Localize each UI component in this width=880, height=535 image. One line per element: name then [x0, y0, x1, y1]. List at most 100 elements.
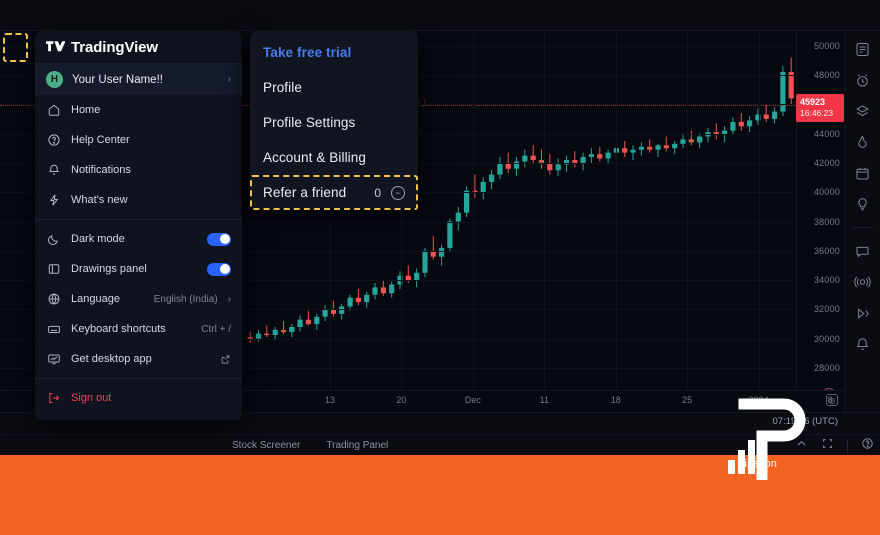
price-tick: 44000 [813, 128, 840, 139]
menu-brand-header: TradingView [35, 31, 242, 64]
language-value: English (India) [153, 293, 218, 305]
status-link-trading-panel[interactable]: Trading Panel [326, 440, 388, 451]
price-tick: 50000 [813, 40, 840, 51]
menu-item-label: Help Center [71, 134, 130, 146]
price-tick: 40000 [813, 187, 840, 198]
menu-item-keyboard-shortcuts[interactable]: Keyboard shortcuts Ctrl + / [35, 314, 242, 344]
menu-divider [35, 378, 242, 379]
referral-count: 0 [374, 185, 381, 200]
account-name: Your User Name!! [72, 73, 163, 86]
gift-circle-icon: ~ [391, 185, 405, 200]
monitor-icon [46, 352, 61, 367]
time-tick: 13 [324, 395, 336, 405]
submenu-item-label: Profile [263, 80, 302, 95]
menu-item-label: Home [71, 104, 101, 116]
grid-line [687, 31, 689, 412]
account-row[interactable]: H Your User Name!! › [35, 64, 242, 95]
time-tick: 11 [539, 395, 549, 405]
price-axis[interactable]: A 50000480004600044000420004000038000360… [796, 31, 844, 412]
menu-item-label: What's new [71, 194, 128, 206]
brand-label: TradingView [71, 38, 158, 56]
submenu-item-take-free-trial[interactable]: Take free trial [250, 35, 418, 70]
menu-item-label: Sign out [71, 392, 112, 404]
panel-icon [46, 262, 61, 277]
menu-item-label: Get desktop app [71, 353, 152, 365]
user-dropdown-menu: TradingView H Your User Name!! › Home He… [35, 31, 242, 420]
alert-clock-icon[interactable] [853, 70, 873, 90]
price-tick: 28000 [813, 363, 840, 374]
menu-item-label: Keyboard shortcuts [71, 323, 166, 335]
menu-divider [35, 219, 242, 220]
current-price-value: 45923 [800, 97, 826, 108]
rail-divider [852, 227, 873, 228]
submenu-item-label: Refer a friend [263, 185, 347, 200]
menu-item-whats-new[interactable]: What's new [35, 185, 242, 215]
idea-bulb-icon[interactable] [853, 194, 873, 214]
submenu-item-profile[interactable]: Profile [250, 70, 418, 105]
lightning-icon [46, 193, 61, 208]
time-tick: Dec [464, 395, 481, 405]
price-tick: 36000 [813, 245, 840, 256]
tradingview-logo: TradingView [46, 39, 158, 56]
layers-icon[interactable] [853, 101, 873, 121]
keyboard-icon [46, 322, 61, 337]
grid-line [758, 31, 760, 412]
fullscreen-icon[interactable] [821, 437, 834, 455]
menu-item-language[interactable]: Language English (India) › [35, 284, 242, 314]
external-link-icon [220, 354, 231, 365]
account-submenu: Take free trial Profile Profile Settings… [250, 31, 418, 208]
time-tick: 25 [682, 395, 693, 405]
grid-line [615, 31, 617, 412]
menu-item-label: Notifications [71, 164, 131, 176]
help-circle-icon[interactable] [861, 437, 874, 455]
time-tick: 8 [827, 395, 833, 405]
calendar-icon[interactable] [853, 163, 873, 183]
submenu-item-label: Account & Billing [263, 150, 367, 165]
status-divider [847, 439, 848, 453]
hotlist-flame-icon[interactable] [853, 132, 873, 152]
menu-item-help-center[interactable]: Help Center [35, 125, 242, 155]
status-link-screener[interactable]: Stock Screener [232, 440, 300, 451]
submenu-item-account-billing[interactable]: Account & Billing [250, 140, 418, 175]
price-tick: 34000 [813, 275, 840, 286]
current-price-time: 16:46:23 [800, 108, 834, 119]
keyboard-shortcut-value: Ctrl + / [201, 323, 231, 335]
stream-icon[interactable] [853, 303, 873, 323]
price-tick: 38000 [813, 216, 840, 227]
chevron-right-icon: › [227, 74, 231, 85]
price-tick: 30000 [813, 333, 840, 344]
price-tick: 48000 [813, 69, 840, 80]
menu-item-notifications[interactable]: Notifications [35, 155, 242, 185]
watchlist-icon[interactable] [853, 39, 873, 59]
notify-bell-icon[interactable] [853, 334, 873, 354]
submenu-item-profile-settings[interactable]: Profile Settings [250, 105, 418, 140]
current-price-tag: 45923 16:46:23 [796, 94, 844, 123]
menu-item-get-desktop-app[interactable]: Get desktop app [35, 344, 242, 374]
time-tick: 20 [396, 395, 407, 405]
moon-icon [46, 232, 61, 247]
grid-line [472, 31, 474, 412]
price-tick: 32000 [813, 304, 840, 315]
question-circle-icon [46, 133, 61, 148]
menu-item-sign-out[interactable]: Sign out [35, 383, 242, 413]
price-tick: 42000 [813, 157, 840, 168]
menu-item-label: Language [71, 293, 120, 305]
menu-item-drawings-panel[interactable]: Drawings panel [35, 254, 242, 284]
globe-icon [46, 292, 61, 307]
tradingview-mark-icon [46, 41, 65, 52]
home-icon [46, 103, 61, 118]
submenu-item-label: Profile Settings [263, 115, 356, 130]
sign-out-icon [46, 391, 61, 406]
menu-item-home[interactable]: Home [35, 95, 242, 125]
menu-item-dark-mode[interactable]: Dark mode [35, 224, 242, 254]
chat-icon[interactable] [853, 241, 873, 261]
menu-item-label: Drawings panel [71, 263, 147, 275]
drawings-panel-toggle[interactable] [207, 262, 231, 276]
top-toolbar [0, 0, 880, 31]
bell-icon [46, 163, 61, 178]
watermark-label: Pipsilon [737, 458, 778, 470]
submenu-item-refer-a-friend[interactable]: Refer a friend 0 ~ [250, 175, 418, 210]
broadcast-icon[interactable] [853, 272, 873, 292]
tradingview-app: Unnamed Publish 45:) A 50000480004600044… [0, 0, 880, 455]
dark-mode-toggle[interactable] [207, 232, 231, 246]
